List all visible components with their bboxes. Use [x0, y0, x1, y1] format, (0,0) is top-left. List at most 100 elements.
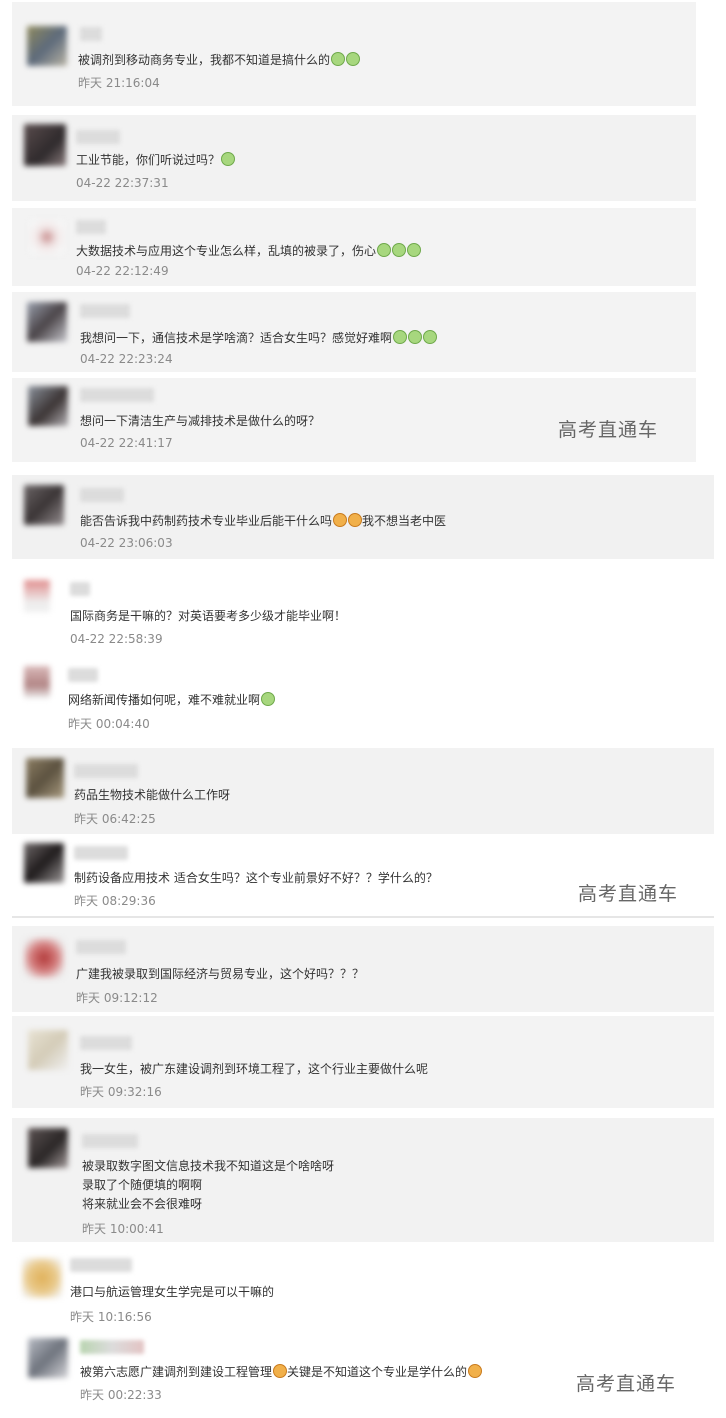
emoji-group [272, 1364, 288, 1379]
angry-face-emoji-icon [348, 513, 363, 527]
comment-text: 港口与航运管理女生学完是可以干嘛的 [70, 1284, 274, 1300]
emoji-group [376, 243, 422, 258]
comment-text: 我一女生，被广东建设调剂到环境工程了，这个行业主要做什么呢 [80, 1061, 428, 1077]
comment-text: 药品生物技术能做什么工作呀 [74, 787, 230, 803]
username-blurred [70, 1258, 132, 1272]
watermark: 高考直通车 [558, 419, 659, 441]
comment-timestamp: 昨天 10:16:56 [70, 1310, 152, 1324]
user-avatar [24, 485, 64, 525]
comment-timestamp: 04-22 22:37:31 [76, 176, 169, 190]
comment-text: 被录取数字图文信息技术我不知道这是个啥啥呀 录取了个随便填的啊啊 将来就业会不会… [82, 1157, 334, 1214]
comment-text: 能否告诉我中药制药技术专业毕业后能干什么吗 我不想当老中医 [80, 513, 446, 529]
comment-text: 被调剂到移动商务专业，我都不知道是搞什么的 [78, 52, 361, 68]
frog-face-emoji-icon [407, 243, 422, 257]
user-avatar [24, 580, 50, 612]
user-avatar [22, 1258, 62, 1298]
emoji-group [220, 152, 236, 167]
angry-face-emoji-icon [468, 1364, 483, 1378]
frog-face-emoji-icon [221, 152, 236, 166]
username-blurred [74, 846, 128, 860]
comment-text: 广建我被录取到国际经济与贸易专业，这个好吗？？？ [76, 966, 364, 982]
comment-text-part: 被第六志愿广建调剂到建设工程管理 [80, 1365, 273, 1379]
comment-text-part: 想问一下清洁生产与减排技术是做什么的呀？ [80, 414, 321, 428]
frog-face-emoji-icon [377, 243, 392, 257]
emoji-group [330, 52, 361, 67]
user-avatar [28, 1338, 68, 1378]
comment-text-part: 我一女生，被广东建设调剂到环境工程了，这个行业主要做什么呢 [80, 1062, 429, 1076]
user-avatar [28, 1128, 68, 1168]
comment-timestamp: 昨天 08:29:36 [74, 894, 156, 908]
angry-face-emoji-icon [333, 513, 348, 527]
frog-face-emoji-icon [423, 330, 438, 344]
watermark: 高考直通车 [576, 1373, 677, 1395]
comment-text: 国际商务是干嘛的？对英语要考多少级才能毕业啊！ [70, 608, 346, 624]
emoji-group [392, 330, 438, 345]
username-blurred [82, 1134, 138, 1148]
comment-text-part: 广建我被录取到国际经济与贸易专业，这个好吗？？？ [76, 967, 365, 981]
user-avatar [28, 386, 68, 426]
username-blurred [80, 1036, 132, 1050]
frog-face-emoji-icon [331, 52, 346, 66]
comment-text-part: 药品生物技术能做什么工作呀 [74, 788, 231, 802]
comment-text: 制药设备应用技术 适合女生吗？这个专业前景好不好？？学什么的？ [74, 870, 438, 886]
user-avatar [28, 1030, 68, 1070]
comment-timestamp: 昨天 10:00:41 [82, 1222, 164, 1236]
frog-face-emoji-icon [346, 52, 361, 66]
frog-face-emoji-icon [392, 243, 407, 257]
user-avatar [24, 124, 66, 166]
user-avatar [24, 666, 50, 698]
comment-text-part: 港口与航运管理女生学完是可以干嘛的 [70, 1285, 275, 1299]
comment-text-part: 被录取数字图文信息技术我不知道这是个啥啥呀 录取了个随便填的啊啊 将来就业会不会… [82, 1159, 335, 1211]
user-avatar [24, 938, 64, 978]
comment-timestamp: 昨天 06:42:25 [74, 812, 156, 826]
username-blurred [70, 582, 90, 596]
username-blurred [76, 940, 126, 954]
comment-text-part: 制药设备应用技术 适合女生吗？这个专业前景好不好？？学什么的？ [74, 871, 438, 885]
frog-face-emoji-icon [261, 692, 276, 706]
comment-text-part: 我不想当老中医 [362, 514, 447, 528]
comment-text-part: 我想问一下，通信技术是学啥滴？适合女生吗？感觉好难啊 [80, 331, 393, 345]
comment-text: 网络新闻传播如何呢，难不难就业啊 [68, 692, 276, 708]
emoji-group [467, 1364, 483, 1379]
username-blurred [76, 220, 106, 234]
user-avatar [26, 758, 64, 798]
comment-timestamp: 04-22 22:41:17 [80, 436, 173, 450]
username-blurred [80, 388, 154, 402]
username-blurred [80, 488, 124, 502]
comment-text-part: 被调剂到移动商务专业，我都不知道是搞什么的 [78, 53, 331, 67]
comment-timestamp: 04-22 23:06:03 [80, 536, 173, 550]
username-blurred [76, 130, 120, 144]
comment-timestamp: 昨天 21:16:04 [78, 76, 160, 90]
username-blurred [80, 1340, 144, 1354]
comment-text: 我想问一下，通信技术是学啥滴？适合女生吗？感觉好难啊 [80, 330, 438, 346]
comment-text: 工业节能，你们听说过吗？ [76, 152, 236, 168]
comment-text: 大数据技术与应用这个专业怎么样，乱填的被录了，伤心 [76, 243, 422, 259]
comment-timestamp: 昨天 09:12:12 [76, 991, 158, 1005]
frog-face-emoji-icon [408, 330, 423, 344]
username-blurred [80, 304, 130, 318]
comment-text-part: 国际商务是干嘛的？对英语要考多少级才能毕业啊！ [70, 609, 347, 623]
comment-text-part: 工业节能，你们听说过吗？ [76, 153, 221, 167]
comment-timestamp: 04-22 22:12:49 [76, 264, 169, 278]
comment-timestamp: 昨天 00:22:33 [80, 1388, 162, 1402]
user-avatar [27, 302, 67, 342]
comment-text-part: 能否告诉我中药制药技术专业毕业后能干什么吗 [80, 514, 333, 528]
emoji-group [260, 692, 276, 707]
username-blurred [80, 27, 102, 41]
comment-timestamp: 04-22 22:58:39 [70, 632, 163, 646]
comment-text: 被第六志愿广建调剂到建设工程管理 关键是不知道这个专业是学什么的 [80, 1364, 483, 1380]
user-avatar [30, 220, 64, 254]
frog-face-emoji-icon [393, 330, 408, 344]
comment-text-part: 关键是不知道这个专业是学什么的 [287, 1365, 468, 1379]
comment-text: 想问一下清洁生产与减排技术是做什么的呀？ [80, 413, 320, 429]
angry-face-emoji-icon [273, 1364, 288, 1378]
emoji-group [332, 513, 363, 528]
comment-timestamp: 04-22 22:23:24 [80, 352, 173, 366]
comment-text-part: 网络新闻传播如何呢，难不难就业啊 [68, 693, 261, 707]
user-avatar [27, 26, 67, 66]
username-blurred [68, 668, 98, 682]
comment-timestamp: 昨天 09:32:16 [80, 1085, 162, 1099]
watermark: 高考直通车 [578, 883, 679, 905]
comment-text-part: 大数据技术与应用这个专业怎么样，乱填的被录了，伤心 [76, 244, 377, 258]
username-blurred [74, 764, 138, 778]
